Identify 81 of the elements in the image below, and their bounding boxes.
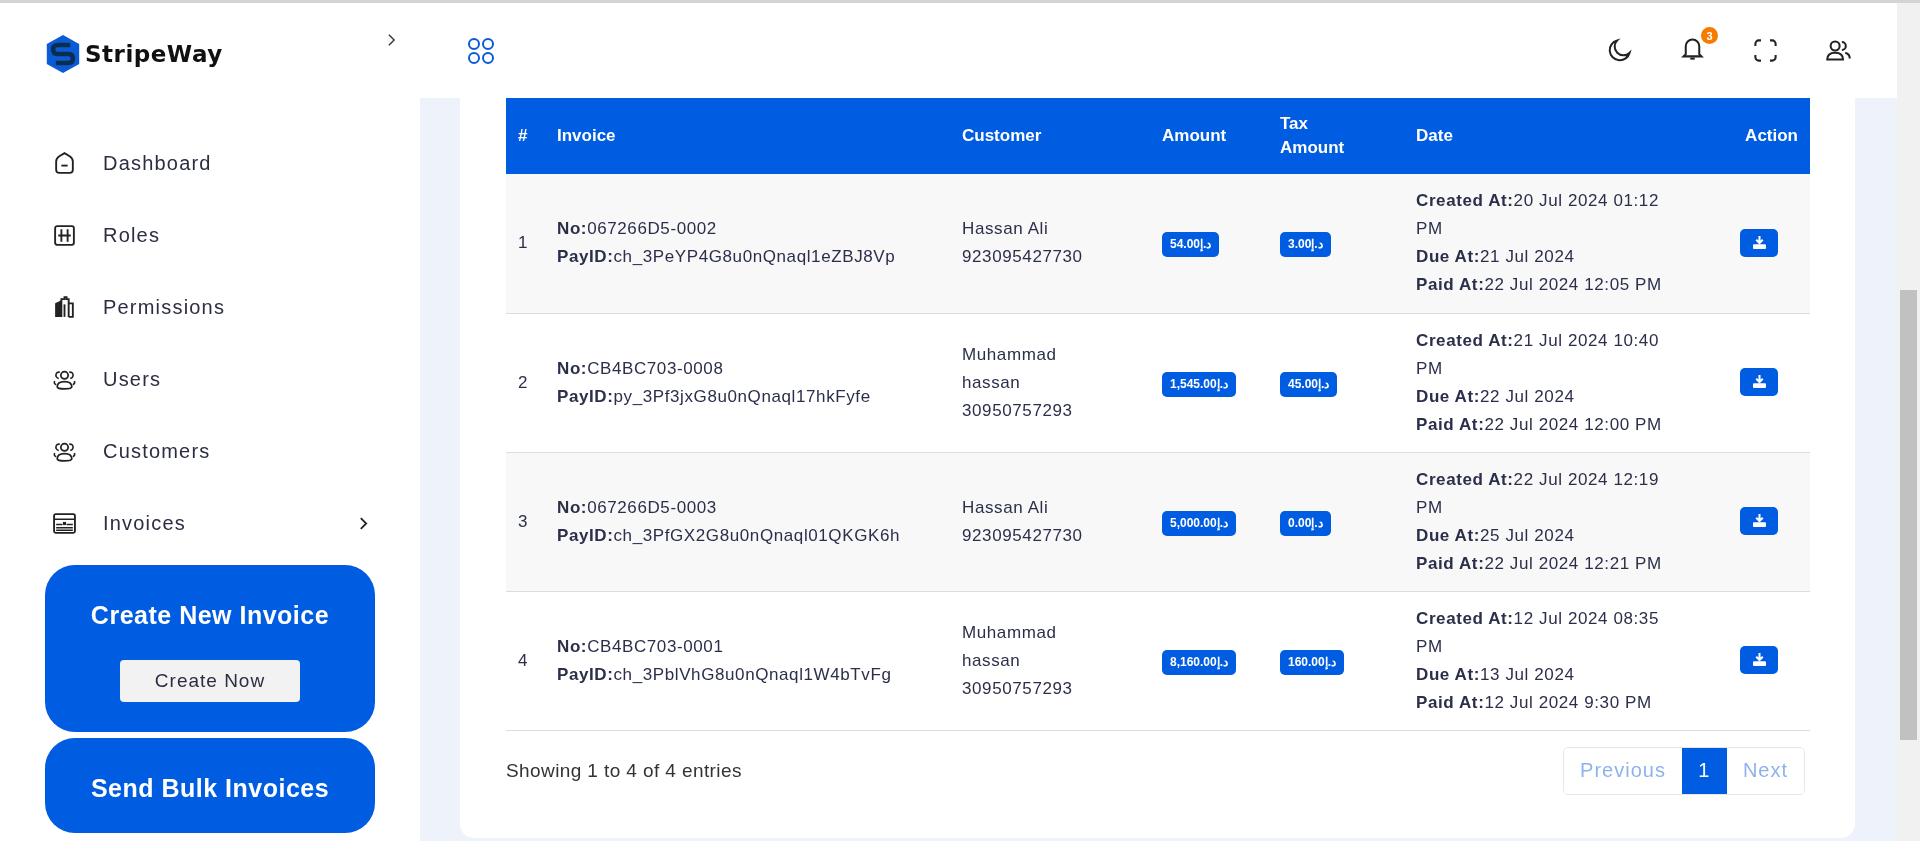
logo-icon bbox=[45, 33, 81, 75]
column-header: Customer bbox=[962, 126, 1042, 145]
invoice-icon bbox=[52, 510, 77, 536]
nav-item[interactable]: Invoices bbox=[45, 487, 370, 559]
grid-icon bbox=[52, 222, 77, 248]
moon-icon[interactable] bbox=[1606, 37, 1633, 64]
bell-icon[interactable] bbox=[1679, 35, 1706, 62]
scrollbar[interactable] bbox=[1897, 3, 1920, 841]
home-icon bbox=[52, 150, 77, 176]
nav-item[interactable]: Permissions bbox=[45, 271, 370, 343]
download-button[interactable] bbox=[1740, 645, 1778, 674]
row-number: 3 bbox=[518, 511, 529, 531]
column-header: Amount bbox=[1162, 126, 1227, 145]
amount-badge: 8,160.00د.إ bbox=[1162, 649, 1237, 675]
invoice-detail: PayID:ch_3PfGX2G8u0nQnaql01QKGK6h bbox=[557, 524, 901, 547]
customer-name: Muhammad hassan bbox=[962, 343, 1058, 394]
date-detail: Due At:13 Jul 2024 bbox=[1416, 663, 1576, 686]
column-header: Invoice bbox=[557, 126, 616, 145]
entries-summary: Showing 1 to 4 of 4 entries bbox=[506, 759, 742, 782]
notification-badge: 3 bbox=[1701, 27, 1718, 44]
invoice-detail: PayID:ch_3PblVhG8u0nQnaql1W4bTvFg bbox=[557, 663, 893, 686]
invoice-detail: PayID:ch_3PeYP4G8u0nQnaql1eZBJ8Vp bbox=[557, 246, 897, 269]
customer-name: Hassan Ali bbox=[962, 218, 1050, 241]
tax-amount-badge: 3.00د.إ bbox=[1280, 232, 1331, 258]
invoice-detail: No:CB4BC703-0001 bbox=[557, 635, 725, 658]
date-detail: Paid At:22 Jul 2024 12:21 PM bbox=[1416, 552, 1663, 575]
date-detail: Paid At:22 Jul 2024 12:00 PM bbox=[1416, 413, 1663, 436]
date-detail: Due At:21 Jul 2024 bbox=[1416, 246, 1576, 269]
chevron-right-icon bbox=[359, 515, 368, 531]
row-number: 1 bbox=[518, 233, 529, 253]
customer-name: Hassan Ali bbox=[962, 496, 1050, 519]
amount-badge: 54.00د.إ bbox=[1162, 232, 1220, 258]
download-icon bbox=[1751, 375, 1767, 389]
date-detail: Due At:25 Jul 2024 bbox=[1416, 524, 1576, 547]
column-header: Date bbox=[1416, 126, 1453, 145]
date-detail: Created At:20 Jul 2024 01:12 PM bbox=[1416, 190, 1660, 241]
page-button[interactable]: 1 bbox=[1681, 747, 1727, 794]
date-detail: Paid At:12 Jul 2024 9:30 PM bbox=[1416, 691, 1653, 714]
nav-item[interactable]: Users bbox=[45, 343, 370, 415]
invoice-detail: No:CB4BC703-0008 bbox=[557, 357, 725, 380]
building-icon bbox=[52, 294, 77, 320]
customer-name: Muhammad hassan bbox=[962, 621, 1058, 672]
row-number: 2 bbox=[518, 372, 529, 392]
chevron-right-icon[interactable] bbox=[387, 33, 396, 47]
download-icon bbox=[1751, 653, 1767, 667]
nav-item[interactable]: Customers bbox=[45, 415, 370, 487]
date-detail: Created At:12 Jul 2024 08:35 PM bbox=[1416, 607, 1660, 658]
nav-item[interactable]: Dashboard bbox=[45, 127, 370, 199]
download-icon bbox=[1751, 236, 1767, 249]
date-detail: Created At:22 Jul 2024 12:19 PM bbox=[1416, 468, 1660, 519]
create-now-button[interactable]: Create Now bbox=[120, 660, 300, 702]
invoice-detail: No:067266D5-0003 bbox=[557, 496, 718, 519]
download-button[interactable] bbox=[1740, 367, 1778, 396]
download-button[interactable] bbox=[1740, 506, 1778, 535]
logo-text: StripeWay bbox=[85, 41, 223, 67]
column-header: # bbox=[518, 126, 528, 145]
nav-item[interactable]: Roles bbox=[45, 199, 370, 271]
amount-badge: 1,545.00د.إ bbox=[1162, 371, 1237, 397]
tax-amount-badge: 45.00د.إ bbox=[1280, 371, 1338, 397]
date-detail: Created At:21 Jul 2024 10:40 PM bbox=[1416, 329, 1660, 380]
date-detail: Paid At:22 Jul 2024 12:05 PM bbox=[1416, 274, 1663, 297]
invoice-detail: PayID:py_3Pf3jxG8u0nQnaql17hkFyfe bbox=[557, 385, 872, 408]
date-detail: Due At:22 Jul 2024 bbox=[1416, 385, 1576, 408]
promo-title: Send Bulk Invoices bbox=[90, 774, 330, 803]
row-number: 4 bbox=[518, 650, 529, 670]
promo-title: Create New Invoice bbox=[90, 601, 330, 630]
invoice-detail: No:067266D5-0002 bbox=[557, 218, 718, 241]
apps-icon[interactable] bbox=[467, 36, 495, 65]
column-header: Action bbox=[1745, 126, 1798, 145]
customer-phone: 30950757293 bbox=[962, 399, 1074, 422]
fullscreen-icon[interactable] bbox=[1752, 37, 1779, 64]
download-button[interactable] bbox=[1740, 228, 1778, 257]
customer-phone: 923095427730 bbox=[962, 524, 1084, 547]
download-icon bbox=[1751, 514, 1767, 528]
tax-amount-badge: 0.00د.إ bbox=[1280, 510, 1331, 536]
tax-amount-badge: 160.00د.إ bbox=[1280, 649, 1345, 675]
customer-phone: 30950757293 bbox=[962, 677, 1074, 700]
amount-badge: 5,000.00د.إ bbox=[1162, 510, 1237, 536]
scrollbar-thumb[interactable] bbox=[1900, 290, 1917, 740]
column-header: Tax Amount bbox=[1280, 113, 1346, 159]
customer-phone: 923095427730 bbox=[962, 246, 1084, 269]
